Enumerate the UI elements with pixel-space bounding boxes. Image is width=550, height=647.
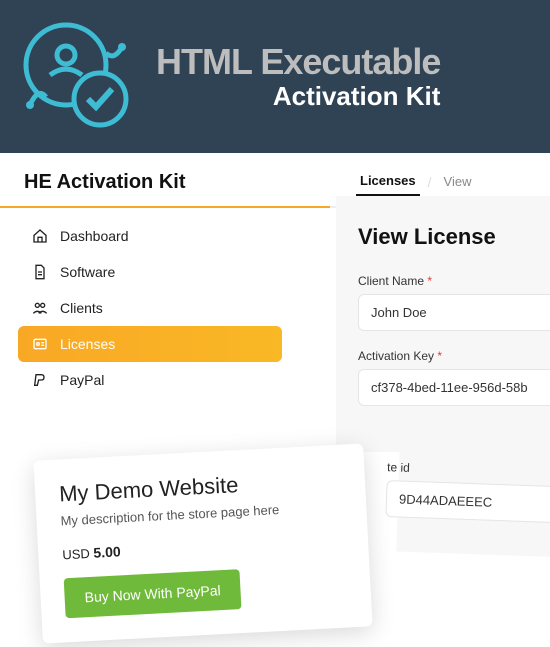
users-icon	[32, 300, 48, 316]
sidebar-item-licenses[interactable]: Licenses	[18, 326, 282, 362]
buy-now-button[interactable]: Buy Now With PayPal	[64, 569, 242, 618]
sidebar-item-label: Software	[60, 264, 115, 280]
license-icon	[32, 336, 48, 352]
sidebar-item-paypal[interactable]: PayPal	[18, 362, 282, 398]
price-amount: 5.00	[93, 543, 121, 560]
tab-view[interactable]: View	[440, 168, 476, 195]
store-card: My Demo Website My description for the s…	[33, 443, 372, 643]
price-line: USD 5.00	[62, 532, 344, 563]
sidebar-item-clients[interactable]: Clients	[18, 290, 282, 326]
sidebar-item-software[interactable]: Software	[18, 254, 282, 290]
paypal-icon	[32, 372, 48, 388]
client-name-input[interactable]	[358, 294, 550, 331]
sidebar: Dashboard Software Clients Licenses PayP…	[0, 218, 300, 398]
currency-label: USD	[62, 546, 90, 562]
file-icon	[32, 264, 48, 280]
sidebar-item-label: Dashboard	[60, 228, 129, 244]
breadcrumb-tabs: Licenses / View	[336, 153, 550, 196]
header-title: HTML Executable	[156, 41, 440, 83]
site-id-label: te id	[387, 460, 550, 481]
sidebar-item-label: Clients	[60, 300, 103, 316]
app-header: HTML Executable Activation Kit	[0, 0, 550, 153]
tab-separator: /	[428, 174, 432, 190]
panel-title: View License	[358, 224, 550, 250]
activation-key-label: Activation Key *	[358, 349, 550, 363]
license-panel: Licenses / View View License Client Name…	[336, 153, 550, 452]
activation-key-input[interactable]	[358, 369, 550, 406]
license-panel-lower: te id	[396, 445, 550, 559]
site-id-input[interactable]	[385, 480, 550, 524]
header-subtitle: Activation Kit	[156, 81, 440, 112]
sidebar-item-label: PayPal	[60, 372, 104, 388]
sidebar-item-label: Licenses	[60, 336, 115, 352]
app-logo-icon	[18, 17, 138, 137]
tab-licenses[interactable]: Licenses	[356, 167, 420, 196]
sidebar-item-dashboard[interactable]: Dashboard	[18, 218, 282, 254]
home-icon	[32, 228, 48, 244]
client-name-label: Client Name *	[358, 274, 550, 288]
